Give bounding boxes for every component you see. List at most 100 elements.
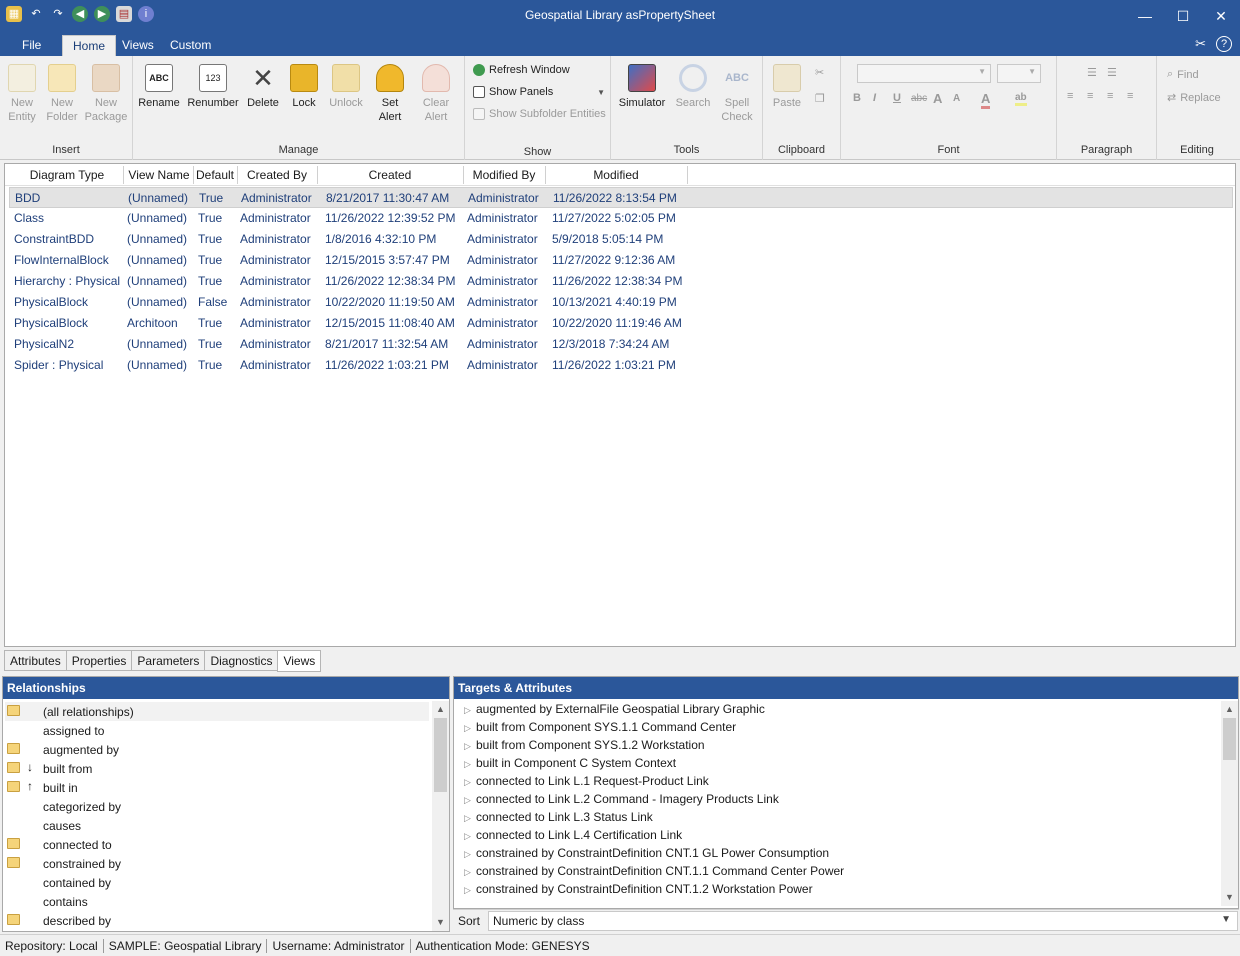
list-item[interactable]: categorized by (5, 797, 429, 816)
table-row[interactable]: Hierarchy : Physical (Unnamed) True Adminis… (9, 271, 1233, 292)
target-item[interactable]: ▷ built in Component C System Context (464, 756, 676, 774)
column-header-modified[interactable]: Modified (545, 168, 687, 182)
list-item[interactable]: constrained by (5, 854, 429, 873)
target-item[interactable]: ▷ constrained by ConstraintDefinition CNT… (464, 864, 844, 882)
spell-check-button[interactable]: ABC Spell Check (715, 64, 759, 124)
underline-button[interactable]: U (893, 92, 901, 104)
renumber-button[interactable]: 123 Renumber (187, 64, 239, 110)
list-item[interactable]: contains (5, 892, 429, 911)
table-row[interactable]: Spider : Physical (Unnamed) True Administra… (9, 355, 1233, 376)
bullets-icon[interactable]: ☰ (1087, 66, 1097, 79)
tab-file[interactable]: File (12, 35, 51, 56)
minimize-icon[interactable]: — (1126, 0, 1164, 32)
expand-icon[interactable]: ▷ (464, 741, 476, 752)
copy-button[interactable]: ❐ (815, 92, 825, 105)
target-item[interactable]: ▷ built from Component SYS.1.1 Command Ce… (464, 720, 736, 738)
target-item[interactable]: ▷ constrained by ConstraintDefinition CNT… (464, 882, 813, 900)
tab-parameters[interactable]: Parameters (131, 650, 205, 671)
expand-icon[interactable]: ▷ (464, 759, 476, 770)
target-item[interactable]: ▷ constrained by ConstraintDefinition CNT… (464, 846, 829, 864)
expand-icon[interactable]: ▷ (464, 831, 476, 842)
scroll-thumb[interactable] (434, 718, 447, 792)
list-item[interactable]: augmented by (5, 740, 429, 759)
table-row[interactable]: Class (Unnamed) True Administrator 11/26/202… (9, 208, 1233, 229)
italic-button[interactable]: I (873, 92, 876, 104)
list-item[interactable]: ↑ built in (5, 778, 429, 797)
list-item[interactable]: connected to (5, 835, 429, 854)
expand-icon[interactable]: ▷ (464, 867, 476, 878)
target-item[interactable]: ▷ augmented by ExternalFile Geospatial Li… (464, 702, 765, 720)
new-folder-button[interactable]: New Folder (40, 64, 84, 124)
help-icon[interactable]: ? (1216, 36, 1232, 52)
sort-select[interactable]: Numeric by class ▼ (488, 911, 1238, 931)
target-item[interactable]: ▷ connected to Link L.4 Certification Lin… (464, 828, 682, 846)
table-row[interactable]: PhysicalN2 (Unnamed) True Administrator 8/21… (9, 334, 1233, 355)
table-row[interactable]: PhysicalBlock Architoon True Administrator 1… (9, 313, 1233, 334)
new-package-button[interactable]: New Package (84, 64, 128, 124)
clear-alert-button[interactable]: Clear Alert (414, 64, 458, 124)
scroll-up-icon[interactable]: ▲ (1221, 701, 1238, 718)
expand-icon[interactable]: ▷ (464, 777, 476, 788)
tab-views[interactable]: Views (277, 650, 322, 672)
strikethrough-button[interactable]: abc (911, 93, 927, 104)
expand-icon[interactable]: ▷ (464, 705, 476, 716)
delete-button[interactable]: ✕ Delete (241, 64, 285, 110)
search-button[interactable]: Search (671, 64, 715, 110)
cut-button[interactable]: ✂ (815, 66, 824, 79)
tab-diagnostics[interactable]: Diagnostics (204, 650, 278, 671)
targets-scrollbar[interactable]: ▲ ▼ (1221, 701, 1238, 906)
find-button[interactable]: ⌕ Find (1167, 68, 1199, 81)
column-header-created-by[interactable]: Created By (237, 168, 317, 182)
font-family-select[interactable]: ▼ (857, 64, 991, 83)
unlock-button[interactable]: Unlock (324, 64, 368, 110)
numbering-icon[interactable]: ☰ (1107, 66, 1117, 79)
tab-views[interactable]: Views (112, 35, 164, 56)
font-size-select[interactable]: ▼ (997, 64, 1041, 83)
tab-home[interactable]: Home (62, 35, 117, 56)
scroll-down-icon[interactable]: ▼ (432, 914, 449, 931)
lock-button[interactable]: Lock (282, 64, 326, 110)
target-item[interactable]: ▷ built from Component SYS.1.2 Workstatio… (464, 738, 705, 756)
list-item[interactable]: contained by (5, 873, 429, 892)
align-right-icon[interactable]: ≡ (1107, 90, 1113, 102)
justify-icon[interactable]: ≡ (1127, 90, 1133, 102)
column-header-default[interactable]: Default (193, 168, 237, 182)
column-header-modified-by[interactable]: Modified By (463, 168, 545, 182)
maximize-icon[interactable]: ☐ (1164, 0, 1202, 32)
list-item[interactable]: (all relationships) (5, 702, 429, 721)
show-subfolder-entities-button[interactable]: Show Subfolder Entities (473, 108, 606, 120)
target-item[interactable]: ▷ connected to Link L.2 Command - Imagery… (464, 792, 779, 810)
tab-custom[interactable]: Custom (160, 35, 221, 56)
grow-font-button[interactable]: A (933, 91, 942, 106)
list-item[interactable]: described by (5, 911, 429, 930)
tab-attributes[interactable]: Attributes (4, 650, 66, 671)
refresh-window-button[interactable]: Refresh Window (473, 64, 570, 76)
highlight-button[interactable]: ab (1015, 92, 1027, 106)
list-item[interactable]: causes (5, 816, 429, 835)
relationships-scrollbar[interactable]: ▲ ▼ (432, 701, 449, 931)
expand-icon[interactable]: ▷ (464, 885, 476, 896)
target-item[interactable]: ▷ connected to Link L.1 Request-Product L… (464, 774, 709, 792)
scroll-up-icon[interactable]: ▲ (432, 701, 449, 718)
table-row[interactable]: PhysicalBlock (Unnamed) False Administrator… (9, 292, 1233, 313)
expand-icon[interactable]: ▷ (464, 813, 476, 824)
replace-button[interactable]: ⇄ Replace (1167, 91, 1221, 105)
bold-button[interactable]: B (853, 92, 861, 104)
table-row[interactable]: BDD (Unnamed) True Administrator 8/21/2017 1… (9, 187, 1233, 208)
column-header-view-name[interactable]: View Name (125, 168, 193, 182)
paste-button[interactable]: Paste (765, 64, 809, 110)
table-row[interactable]: ConstraintBDD (Unnamed) True Administrator 1… (9, 229, 1233, 250)
close-icon[interactable]: ✕ (1202, 0, 1240, 32)
column-header-created[interactable]: Created (317, 168, 463, 182)
new-entity-button[interactable]: New Entity (0, 64, 44, 124)
show-panels-button[interactable]: Show Panels ▼ (473, 86, 605, 98)
align-center-icon[interactable]: ≡ (1087, 90, 1093, 102)
list-item[interactable]: ↓ built from (5, 759, 429, 778)
expand-icon[interactable]: ▷ (464, 795, 476, 806)
expand-icon[interactable]: ▷ (464, 723, 476, 734)
align-left-icon[interactable]: ≡ (1067, 90, 1073, 102)
set-alert-button[interactable]: Set Alert (368, 64, 412, 124)
target-item[interactable]: ▷ connected to Link L.3 Status Link (464, 810, 653, 828)
shrink-font-button[interactable]: A (953, 93, 960, 104)
rename-button[interactable]: ABC Rename (137, 64, 181, 110)
